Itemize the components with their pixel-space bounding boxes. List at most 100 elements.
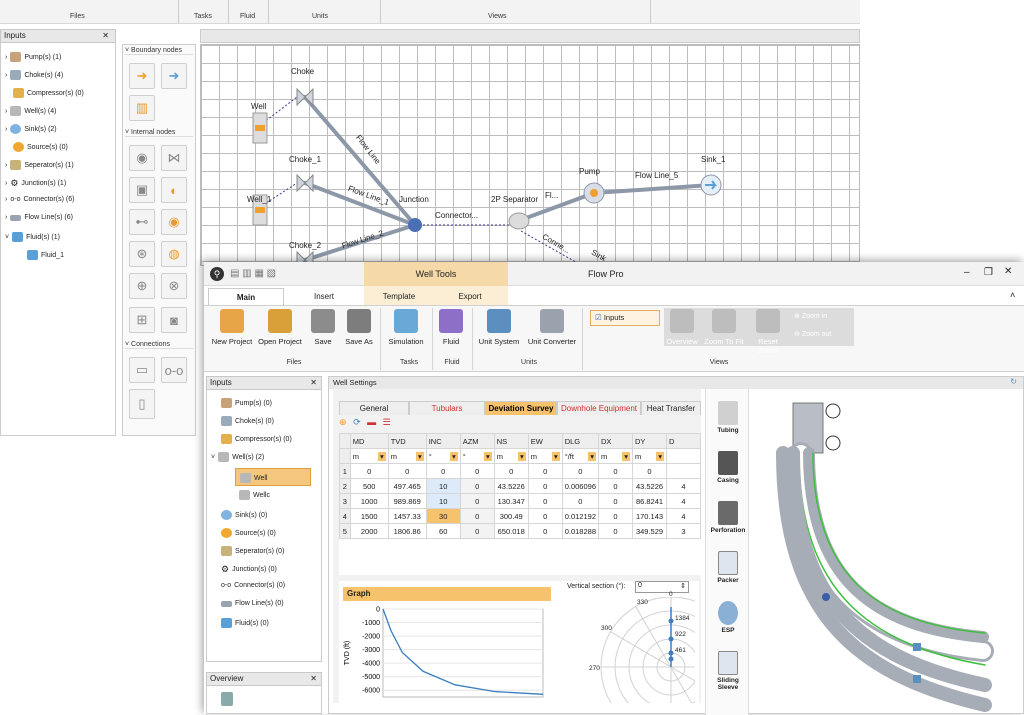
table-cell[interactable]: 1 — [339, 463, 351, 479]
table-cell[interactable]: 86.8241 — [632, 493, 667, 509]
tree-item-chokes[interactable]: Choke(s) (0) — [221, 416, 274, 426]
table-cell[interactable]: 130.347 — [493, 493, 529, 509]
tree-item-connectors[interactable]: o-o Connector(s) (0) — [221, 582, 285, 589]
refresh-table-icon[interactable]: ⟳ — [353, 417, 361, 427]
tree-item-flowlines[interactable]: Flow Line(s) (0) — [221, 600, 284, 607]
unit-select[interactable]: m ▾ — [349, 448, 389, 464]
table-cell[interactable]: 0 — [598, 493, 633, 509]
column-header[interactable]: NS — [493, 433, 529, 449]
table-cell[interactable]: 0 — [527, 493, 563, 509]
column-header[interactable]: AZM — [459, 433, 495, 449]
table-cell[interactable]: 4 — [666, 508, 701, 524]
tree-item-wells[interactable]: › Well(s) (4) — [5, 106, 57, 116]
table-cell[interactable] — [666, 463, 701, 479]
tree-item-sources[interactable]: Source(s) (0) — [13, 142, 68, 152]
tree-item-separators[interactable]: Seperator(s) (0) — [221, 546, 284, 556]
table-cell[interactable]: 989.869 — [387, 493, 427, 509]
table-cell[interactable]: 0 — [459, 478, 495, 494]
table-cell[interactable]: 0 — [598, 478, 633, 494]
table-row[interactable]: 2 500 497.465 10 0 43.5226 0 0.006096 0 43.5226 4 — [339, 478, 701, 494]
table-cell[interactable]: 0.018288 — [561, 523, 600, 539]
tree-item-fluids[interactable]: Fluid(s) (0) — [221, 618, 269, 628]
tree-item-compressors[interactable]: Compressor(s) (0) — [13, 88, 84, 98]
tree-item-chokes[interactable]: › Choke(s) (4) — [5, 70, 63, 80]
exchanger-node-button[interactable]: ⊕ — [129, 273, 155, 299]
open-project-button[interactable]: Open Project — [256, 309, 304, 346]
table-cell[interactable]: 43.5226 — [493, 478, 529, 494]
connector-connection-button[interactable]: o-o — [161, 357, 187, 383]
tab-export[interactable]: Export — [450, 288, 490, 305]
tree-item-junctions[interactable]: › ⚙ Junction(s) (1) — [5, 178, 66, 189]
zoom-to-fit-button[interactable]: Zoom To Fit — [702, 309, 746, 346]
table-cell[interactable]: 0 — [527, 463, 563, 479]
unit-select[interactable]: m ▾ — [598, 448, 633, 464]
column-header[interactable]: DX — [598, 433, 633, 449]
unit-select[interactable]: m ▾ — [527, 448, 563, 464]
tab-insert[interactable]: Insert — [304, 288, 344, 305]
save-as-button[interactable]: Save As — [342, 309, 376, 346]
table-cell[interactable]: 0 — [527, 478, 563, 494]
tree-item-pumps[interactable]: › Pump(s) (1) — [5, 52, 61, 62]
context-tab-well-tools[interactable]: Well Tools — [364, 262, 508, 286]
boundary-nodes-header[interactable]: ˅ Boundary nodes — [125, 47, 193, 55]
junction-node-button[interactable]: ◉ — [129, 145, 155, 171]
add-row-icon[interactable]: ⊕ — [339, 417, 347, 427]
table-cell[interactable]: 0 — [527, 523, 563, 539]
table-cell[interactable]: 3 — [339, 493, 351, 509]
tree-item-wells[interactable]: ˅ Well(s) (2) — [211, 452, 264, 462]
table-cell[interactable]: 0 — [598, 523, 633, 539]
table-cell[interactable]: 4 — [666, 478, 701, 494]
table-cell[interactable]: 0.006096 — [561, 478, 600, 494]
new-project-button[interactable]: New Project — [210, 309, 254, 346]
collapse-ribbon-icon[interactable]: ˄ — [1010, 290, 1015, 300]
table-cell[interactable]: 0 — [459, 523, 495, 539]
tree-item-sources[interactable]: Source(s) (0) — [221, 528, 276, 538]
casing-tool[interactable]: Casing — [708, 451, 748, 484]
table-cell[interactable]: 60 — [425, 523, 461, 539]
tab-general[interactable]: General — [339, 401, 409, 415]
tree-item-junctions[interactable]: ⚙ Junction(s) (0) — [221, 564, 277, 575]
column-header[interactable]: TVD — [387, 433, 427, 449]
tab-heat-transfer[interactable]: Heat Transfer — [641, 401, 701, 415]
table-cell[interactable]: 0.012192 — [561, 508, 600, 524]
vertical-section-input[interactable]: 0 ⇕ — [635, 581, 689, 593]
sink-node-button[interactable]: ➜ — [161, 63, 187, 89]
overview-button[interactable]: Overview — [664, 309, 700, 346]
save-button[interactable]: Save — [308, 309, 338, 346]
zoom-out-button[interactable]: ⊖ Zoom out — [794, 330, 831, 338]
tree-item-wellc[interactable]: Wellc — [239, 490, 270, 500]
close-icon[interactable]: ✕ — [1004, 266, 1012, 277]
table-cell[interactable]: 5 — [339, 523, 351, 539]
table-cell[interactable]: 170.143 — [632, 508, 667, 524]
close-icon[interactable]: ✕ — [310, 377, 317, 389]
user-node-button[interactable]: ◙ — [161, 307, 187, 333]
tree-item-well[interactable]: Well — [235, 468, 311, 486]
restore-icon[interactable]: ❐ — [984, 267, 993, 278]
unit-select[interactable]: m ▾ — [493, 448, 529, 464]
close-icon[interactable]: ✕ — [102, 30, 109, 42]
connections-header[interactable]: ˅ Connections — [125, 341, 193, 349]
table-cell[interactable]: 0 — [459, 508, 495, 524]
table-cell[interactable]: 2000 — [349, 523, 389, 539]
table-cell[interactable]: 4 — [666, 493, 701, 509]
mixer-node-button[interactable]: ⊛ — [129, 241, 155, 267]
packer-tool[interactable]: Packer — [708, 551, 748, 584]
compressor-node-button[interactable]: ▣ — [129, 177, 155, 203]
heater-node-button[interactable]: ◍ — [161, 241, 187, 267]
tree-item-compressors[interactable]: Compressor(s) (0) — [221, 434, 292, 444]
table-cell[interactable]: 10 — [425, 493, 461, 509]
table-cell[interactable]: 500 — [349, 478, 389, 494]
tree-item-sinks[interactable]: › Sink(s) (2) — [5, 124, 57, 134]
table-row[interactable]: 3 1000 989.869 10 0 130.347 0 0 0 86.8241 4 — [339, 493, 701, 509]
choke-node-button[interactable]: ⋈ — [161, 145, 187, 171]
table-cell[interactable]: 0 — [598, 508, 633, 524]
table-cell[interactable]: 0 — [561, 493, 600, 509]
reset-zoom-button[interactable]: Reset Zoom — [748, 309, 788, 355]
tree-item-separators[interactable]: › Seperator(s) (1) — [5, 160, 74, 170]
tree-item-pumps[interactable]: Pump(s) (0) — [221, 398, 272, 408]
tree-item-connectors[interactable]: › o-o Connector(s) (6) — [5, 196, 74, 203]
table-cell[interactable]: 3 — [666, 523, 701, 539]
pipe-connection-button[interactable]: ▯ — [129, 389, 155, 419]
column-header[interactable]: DY — [632, 433, 667, 449]
sliding-sleeve-tool[interactable]: Sliding Sleeve — [708, 651, 748, 691]
